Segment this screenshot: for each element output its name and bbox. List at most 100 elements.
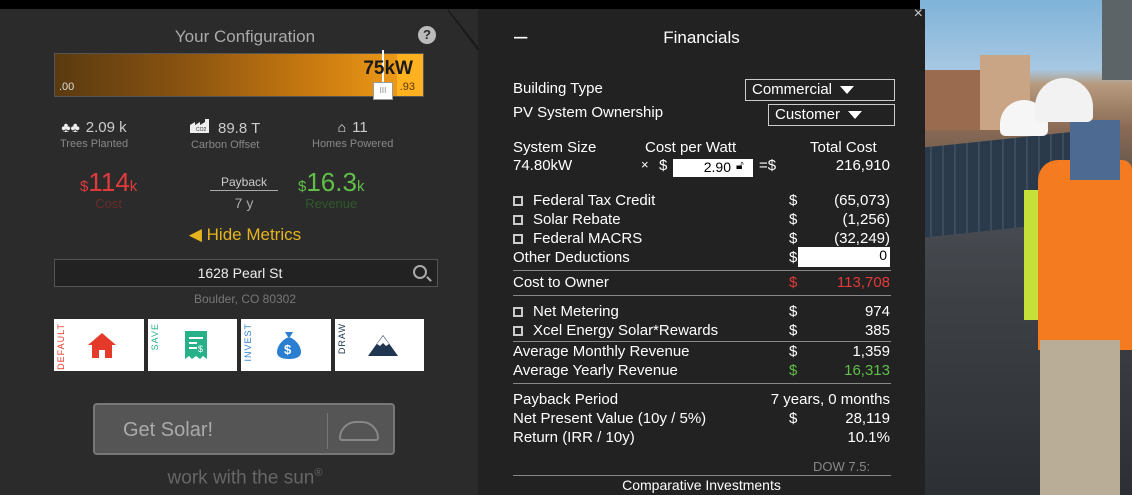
deduction-value: (1,256) xyxy=(842,211,890,228)
payback-period-label: Payback Period xyxy=(513,391,619,408)
total-cost-label: Total Cost xyxy=(810,139,877,156)
deduction-row: Federal MACRS xyxy=(513,230,642,247)
house-icon xyxy=(88,333,116,358)
other-deductions-dollar: $ xyxy=(789,249,798,266)
carbon-value: 89.8 T xyxy=(218,120,261,137)
system-size-slider[interactable]: 75kW .00 .93 III xyxy=(54,50,424,100)
mode-default-label: DEFAULT xyxy=(56,323,66,370)
city-label: Boulder, CO 80302 xyxy=(193,292,297,306)
revenue-value: 974 xyxy=(864,303,890,320)
get-solar-button[interactable]: Get Solar! xyxy=(93,403,395,455)
revenue-metric: $16.3k Revenue xyxy=(298,167,364,211)
npv-dollar: $ xyxy=(789,410,798,427)
system-size-label: System Size xyxy=(513,139,597,156)
divider xyxy=(513,475,891,476)
mode-save-button[interactable]: SAVE $ xyxy=(147,319,237,371)
checkbox-icon[interactable] xyxy=(513,326,523,337)
payback-period-value: 7 years, 0 months xyxy=(770,391,890,408)
configuration-panel: Your Configuration ? 75kW .00 .93 III ♣♣… xyxy=(0,9,478,495)
deduction-row: Solar Rebate xyxy=(513,211,621,228)
trees-value: 2.09 k xyxy=(85,119,127,136)
other-deductions-input[interactable]: 0 xyxy=(798,247,890,267)
photo-worker-shirt xyxy=(1070,120,1120,180)
background-photo xyxy=(920,0,1132,495)
homes-value: 11 xyxy=(352,119,368,136)
tagline: work with the sun® xyxy=(40,467,450,489)
lock-icon[interactable]: 🔓︎ xyxy=(736,158,748,172)
svg-text:$: $ xyxy=(198,344,203,354)
hardhat-icon xyxy=(339,421,379,441)
revenue-label: Net Metering xyxy=(533,303,619,320)
house-icon: ⌂ xyxy=(337,119,347,135)
money-bag-icon: $ xyxy=(277,332,301,359)
building-type-label: Building Type xyxy=(513,80,603,97)
mode-save-label: SAVE xyxy=(149,323,160,351)
building-type-select[interactable]: Commercial xyxy=(745,79,895,101)
cost-metric: $114k Cost xyxy=(80,167,137,211)
npv-value: 28,119 xyxy=(845,410,890,427)
slider-max: .93 xyxy=(399,81,415,93)
caret-left-icon: ◀ xyxy=(188,225,207,244)
revenue-dollar: $ xyxy=(789,322,798,339)
cost-per-watt-label: Cost per Watt xyxy=(645,139,737,156)
mode-draw-button[interactable]: DRAW xyxy=(334,319,424,371)
revenue-label: Revenue xyxy=(305,196,358,211)
avg-monthly-dollar: $ xyxy=(789,343,798,360)
divider xyxy=(513,270,891,271)
system-size-value: 74.80kW xyxy=(513,157,573,174)
co2-badge: CO2 xyxy=(196,127,207,133)
equals-sign: =$ xyxy=(759,157,777,174)
hide-metrics-link[interactable]: ◀ Hide Metrics xyxy=(40,225,450,245)
financials-title: Financials xyxy=(663,28,740,47)
deduction-label: Federal MACRS xyxy=(533,230,643,247)
deduction-label: Federal Tax Credit xyxy=(533,192,656,209)
revenue-row: Xcel Energy Solar*Rewards xyxy=(513,322,718,339)
deduction-value: (32,249) xyxy=(834,230,890,247)
irr-value: 10.1% xyxy=(847,429,890,446)
cost-value: 114 xyxy=(88,167,130,197)
comparative-investments-link[interactable]: Comparative Investments xyxy=(478,477,925,493)
mode-invest-button[interactable]: INVEST $ xyxy=(241,319,331,371)
deduction-label: Solar Rebate xyxy=(533,211,621,228)
environment-metrics: ♣♣ 2.09 k Trees Planted CO2 89.8 T Carbon … xyxy=(50,119,450,159)
mode-selector: DEFAULT SAVE $ INVEST $ DRAW xyxy=(54,319,424,371)
revenue-suffix: k xyxy=(356,178,365,195)
svg-text:$: $ xyxy=(284,342,292,357)
ownership-select[interactable]: Customer xyxy=(768,104,895,126)
divider xyxy=(513,295,891,296)
cost-to-owner-value: 113,708 xyxy=(836,274,890,291)
get-solar-label: Get Solar! xyxy=(123,419,214,441)
irr-label: Return (IRR / 10y) xyxy=(513,429,635,446)
configuration-title: Your Configuration xyxy=(174,27,316,46)
checkbox-icon[interactable] xyxy=(513,196,523,207)
address-input[interactable] xyxy=(55,260,385,286)
trees-label: Trees Planted xyxy=(60,138,129,150)
dow-ticker: DOW 7.5: xyxy=(813,459,871,474)
total-cost-value: 216,910 xyxy=(835,157,890,174)
button-divider xyxy=(327,413,328,449)
search-icon[interactable] xyxy=(413,265,427,279)
factory-icon: CO2 xyxy=(190,119,212,136)
trees-icon: ♣♣ xyxy=(61,119,80,135)
photo-tower xyxy=(1102,0,1132,80)
homes-metric: ⌂ 11 Homes Powered xyxy=(312,119,393,150)
checkbox-icon[interactable] xyxy=(513,234,523,245)
close-icon[interactable]: × xyxy=(914,5,923,23)
payback-metric: Payback 7 y xyxy=(210,175,278,211)
slider-value: 75kW xyxy=(363,58,413,79)
ownership-value: Customer xyxy=(775,106,841,123)
checkbox-icon[interactable] xyxy=(513,215,523,226)
checkbox-icon[interactable] xyxy=(513,307,523,318)
mode-default-button[interactable]: DEFAULT xyxy=(54,319,144,371)
cost-to-owner-label: Cost to Owner xyxy=(513,274,609,291)
help-icon[interactable]: ? xyxy=(418,26,436,44)
deduction-row: Federal Tax Credit xyxy=(513,192,655,209)
receipt-icon: $ xyxy=(184,331,207,359)
slider-thumb[interactable]: III xyxy=(373,82,393,100)
avg-yearly-value: 16,313 xyxy=(844,362,890,379)
photo-worker xyxy=(1038,160,1132,350)
avg-yearly-label: Average Yearly Revenue xyxy=(513,362,678,379)
cost-label: Cost xyxy=(95,196,123,211)
chevron-down-icon xyxy=(840,86,855,95)
slider-min: .00 xyxy=(59,81,75,93)
